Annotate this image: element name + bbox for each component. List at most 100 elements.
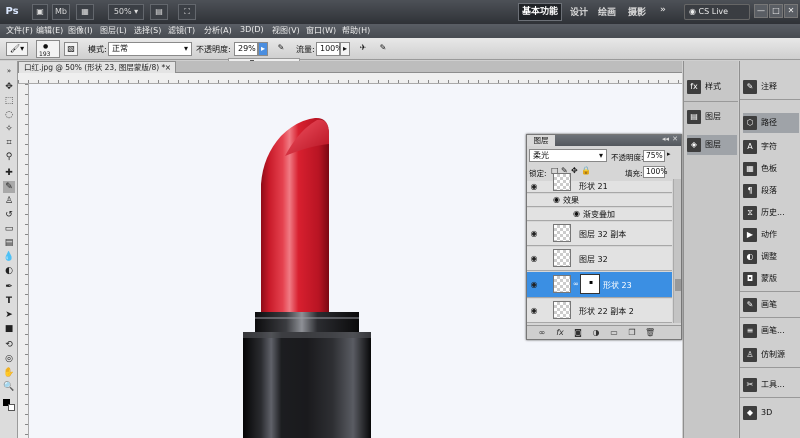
menu-view[interactable]: 视图(V) [272,25,300,36]
visibility-eye-icon[interactable]: ◉ [529,229,539,239]
link-layers-icon[interactable]: ∞ [537,328,547,338]
layers-panel-header[interactable]: 图层 ◂◂ ✕ [527,135,681,146]
layers-scrollbar[interactable] [673,179,681,323]
gradient-tool-icon[interactable]: ▤ [3,237,15,249]
visibility-eye-icon[interactable]: ◉ [529,182,539,192]
minimize-button[interactable]: — [754,4,768,18]
visibility-eye-icon[interactable]: ◉ [529,280,539,290]
dock-actions[interactable]: ▶ 动作 [743,225,777,245]
layer-row[interactable]: ◉ 图层 32 副本 [527,222,672,246]
layers-tab[interactable]: 图层 [527,135,555,146]
zoom-level-select[interactable]: 50% ▾ [108,4,144,20]
layer-opacity-slider-toggle[interactable]: ▸ [667,150,671,158]
flow-slider-toggle[interactable]: ▸ [340,42,350,56]
adjustment-layer-icon[interactable]: ◑ [591,328,601,338]
marquee-tool-icon[interactable]: ⬚ [3,95,15,107]
eraser-tool-icon[interactable]: ▭ [3,223,15,235]
dock-swatches[interactable]: ▦ 色板 [743,159,777,179]
menu-edit[interactable]: 编辑(E) [36,25,63,36]
crop-tool-icon[interactable]: ⌗ [3,137,15,149]
new-group-icon[interactable]: ▭ [609,328,619,338]
cs-live-button[interactable]: ◉ CS Live [684,4,750,20]
effect-visibility-icon[interactable]: ◉ [573,209,580,218]
workspace-essentials[interactable]: 基本功能 [518,3,562,21]
layer-effects-row[interactable]: ◉ 效果 [527,194,672,207]
workspace-painting[interactable]: 绘画 [598,5,616,18]
menu-image[interactable]: 图像(I) [68,25,93,36]
healing-brush-tool-icon[interactable]: ✚ [3,167,15,179]
zoom-tool-icon[interactable]: 🔍 [3,381,15,393]
screen-mode-icon[interactable]: ⛶ [178,4,196,20]
brush-tool-icon[interactable]: ✎ [3,181,15,193]
bridge-icon[interactable]: ▣ [32,4,48,20]
menu-3d[interactable]: 3D(D) [240,25,264,34]
layers-scrollbar-thumb[interactable] [675,279,681,291]
add-mask-icon[interactable]: ◙ [573,328,583,338]
panel-collapse-icon[interactable]: ◂◂ [662,135,669,143]
link-icon[interactable]: ∞ [573,280,579,288]
move-tool-icon[interactable]: ✥ [3,81,15,93]
dock-brush-presets[interactable]: ≡ 画笔... [743,321,785,341]
menu-window[interactable]: 窗口(W) [306,25,336,36]
type-tool-icon[interactable]: T [3,295,15,307]
layer-row[interactable]: ◉ 形状 22 副本 2 [527,299,672,323]
shape-tool-icon[interactable]: ■ [3,323,15,335]
brush-preset-picker[interactable]: ● 193 [36,40,60,58]
opacity-slider-toggle[interactable]: ▸ [258,42,268,56]
brush-panel-toggle-icon[interactable]: ▧ [64,42,78,56]
layer-blend-mode-select[interactable]: 柔光 ▾ [529,149,607,162]
3d-orbit-tool-icon[interactable]: ◎ [3,353,15,365]
blend-mode-select[interactable]: 正常 ▾ [108,42,192,56]
dock-brush[interactable]: ✎ 画笔 [743,295,777,315]
menu-layer[interactable]: 图层(L) [100,25,127,36]
dock-paragraph[interactable]: ¶ 段落 [743,181,777,201]
workspace-design[interactable]: 设计 [570,5,588,18]
hand-tool-icon[interactable]: ✋ [3,367,15,379]
layer-row[interactable]: ◉ 形状 21 [527,173,672,193]
visibility-eye-icon[interactable]: ◉ [529,254,539,264]
new-layer-icon[interactable]: ❐ [627,328,637,338]
menu-analysis[interactable]: 分析(A) [204,25,232,36]
history-brush-tool-icon[interactable]: ↺ [3,209,15,221]
lasso-tool-icon[interactable]: ◌ [3,109,15,121]
flow-input[interactable]: 100% [316,42,343,56]
layer-style-icon[interactable]: fx [555,328,565,338]
visibility-eye-icon[interactable]: ◉ [529,306,539,316]
menu-select[interactable]: 选择(S) [134,25,161,36]
dock-clone-source[interactable]: ♙ 仿制源 [743,345,785,365]
close-tab-icon[interactable]: × [165,62,171,73]
dock-3d[interactable]: ◆ 3D [743,403,772,423]
more-workspaces-icon[interactable]: » [660,5,666,15]
delete-layer-icon[interactable]: 🗑 [645,328,655,338]
layer-effect-row[interactable]: ◉ 渐变叠加 [527,208,672,221]
3d-rotate-tool-icon[interactable]: ⟲ [3,339,15,351]
pen-tool-icon[interactable]: ✒ [3,281,15,293]
quick-selection-tool-icon[interactable]: ✧ [3,123,15,135]
workspace-photography[interactable]: 摄影 [628,5,646,18]
dock-styles[interactable]: fx 样式 [687,77,721,97]
dock-adjustments[interactable]: ◐ 调整 [743,247,777,267]
dock-history[interactable]: ⧖ 历史... [743,203,785,223]
layer-row[interactable]: ◉ 图层 32 [527,247,672,271]
dock-paths[interactable]: ⬡ 路径 [743,113,799,133]
fill-input[interactable]: 100% [643,166,667,178]
panel-close-icon[interactable]: ✕ [672,135,678,143]
menu-filter[interactable]: 滤镜(T) [168,25,195,36]
tools-collapse-icon[interactable]: » [3,65,15,77]
document-tab[interactable]: 口红.jpg @ 50% (形状 23, 图层蒙版/8) * × [18,61,176,73]
eyedropper-tool-icon[interactable]: ⚲ [3,151,15,163]
lock-position-icon[interactable]: ✥ [571,166,578,175]
horizontal-ruler[interactable] [18,73,682,84]
tablet-pressure-size-icon[interactable]: ✎ [376,42,390,56]
lock-all-icon[interactable]: 🔒 [581,166,591,175]
close-button[interactable]: ✕ [784,4,798,18]
dock-masks[interactable]: ◘ 蒙版 [743,269,777,289]
dock-layers-2[interactable]: ◈ 图层 [687,135,737,155]
maximize-button[interactable]: □ [769,4,783,18]
vertical-ruler[interactable] [18,84,29,438]
clone-stamp-tool-icon[interactable]: ♙ [3,195,15,207]
dock-character[interactable]: A 字符 [743,137,777,157]
layer-mask-thumbnail[interactable]: ▪ [580,274,600,294]
path-selection-tool-icon[interactable]: ➤ [3,309,15,321]
dock-notes[interactable]: ✎ 注释 [743,77,777,97]
